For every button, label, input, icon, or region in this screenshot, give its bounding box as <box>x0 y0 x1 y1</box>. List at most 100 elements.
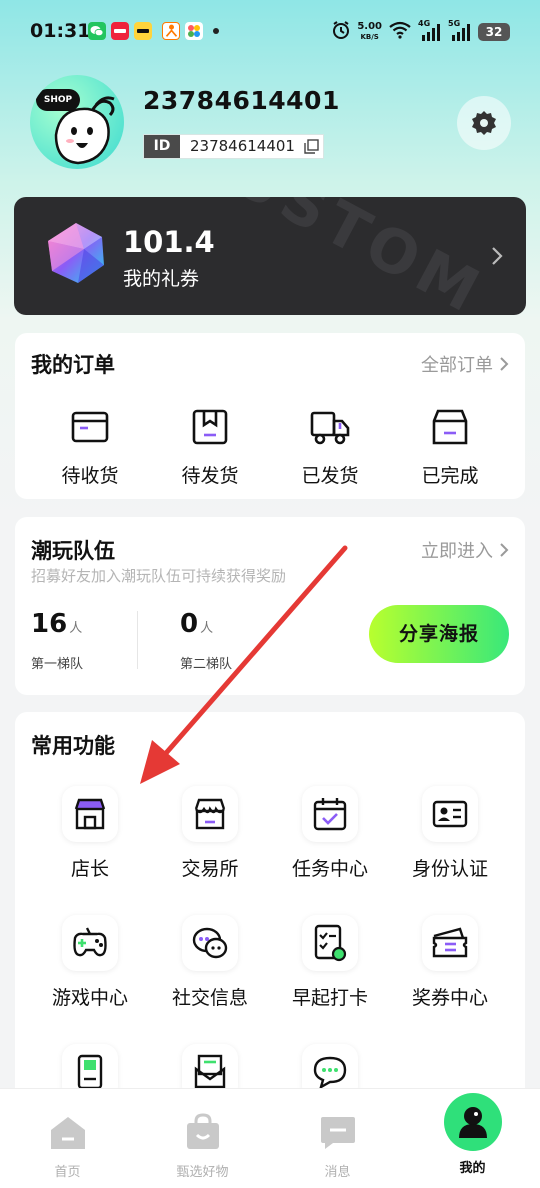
chevron-right-icon <box>500 543 509 557</box>
nav-label: 消息 <box>324 1165 351 1180</box>
yuan-phone-icon <box>77 1054 103 1090</box>
func-social-info[interactable]: 社交信息 <box>155 915 265 1010</box>
func-store-owner[interactable]: 店长 <box>35 786 145 881</box>
gear-icon <box>472 111 496 135</box>
func-identity[interactable]: 身份认证 <box>395 786 505 881</box>
profile-icon <box>458 1107 487 1138</box>
team-subtitle: 招募好友加入潮玩队伍可持续获得奖励 <box>31 567 287 585</box>
all-orders-link[interactable]: 全部订单 <box>421 351 509 377</box>
status-indicators: 5.00 KB/S 4G 5G 32 <box>331 18 510 46</box>
order-label: 待收货 <box>61 465 119 487</box>
shopping-bag-icon <box>186 1113 219 1149</box>
order-label: 待发货 <box>181 465 239 487</box>
package-icon <box>192 409 228 445</box>
status-time: 01:31 <box>30 20 91 42</box>
team-enter-label: 立即进入 <box>421 541 493 562</box>
share-poster-button[interactable]: 分享海报 <box>369 605 509 663</box>
xiaohongshu-icon <box>111 22 129 40</box>
second-tier-count-value: 0 <box>180 609 199 639</box>
avatar[interactable]: SHOP <box>30 75 124 169</box>
functions-panel: 常用功能 店长 交易所 任务中心 身份认证 游戏中心 社交信息 早起打卡 奖券中… <box>15 712 525 1132</box>
copy-icon[interactable] <box>301 135 323 158</box>
nav-label: 甄选好物 <box>176 1165 229 1180</box>
func-label: 奖券中心 <box>411 987 488 1009</box>
bottom-nav: 首页 甄选好物 消息 我的 <box>0 1088 540 1188</box>
func-exchange[interactable]: 交易所 <box>155 786 265 881</box>
gamepad-icon <box>73 927 107 957</box>
order-completed[interactable]: 已完成 <box>395 407 505 488</box>
order-label: 已发货 <box>301 465 359 487</box>
nav-label: 我的 <box>459 1161 486 1176</box>
home-icon <box>50 1117 85 1149</box>
wechat-icon <box>88 22 106 40</box>
chevron-right-icon <box>492 247 503 265</box>
order-pending-shipment[interactable]: 待发货 <box>155 407 265 488</box>
notification-dot <box>213 28 219 34</box>
first-tier-count: 16 人 <box>31 609 82 639</box>
photos-icon <box>185 22 203 40</box>
checklist-icon <box>314 924 347 962</box>
net-speed-unit: KB/S <box>360 33 379 41</box>
wallet-icon <box>71 411 109 443</box>
nav-me[interactable]: 我的 <box>405 1089 540 1188</box>
id-label: ID <box>144 135 180 158</box>
calendar-check-icon <box>313 798 347 831</box>
truck-icon <box>310 411 350 445</box>
taobao-icon <box>162 22 180 40</box>
battery-indicator: 32 <box>478 23 510 41</box>
nav-messages[interactable]: 消息 <box>270 1089 405 1188</box>
store-owner-icon <box>74 798 106 830</box>
first-tier-count-value: 16 <box>31 609 68 639</box>
first-tier-label: 第一梯队 <box>31 657 84 672</box>
coupon-card[interactable]: CUSTOM 101.4 我的礼券 <box>14 197 526 315</box>
coupon-amount: 101.4 <box>123 225 215 259</box>
nav-home[interactable]: 首页 <box>0 1089 135 1188</box>
func-label: 交易所 <box>181 858 239 880</box>
order-shipped[interactable]: 已发货 <box>275 407 385 488</box>
profile-icon-circle <box>443 1093 502 1151</box>
nav-label: 首页 <box>54 1165 81 1180</box>
meituan-icon <box>134 22 152 40</box>
func-game-center[interactable]: 游戏中心 <box>35 915 145 1010</box>
message-icon <box>320 1117 355 1149</box>
ticket-icon <box>432 927 468 958</box>
chat-bubbles-icon <box>192 927 228 959</box>
coupon-watermark: CUSTOM <box>176 197 496 315</box>
user-id-badge[interactable]: ID 23784614401 <box>143 134 324 159</box>
second-tier-count: 0人 <box>180 609 213 639</box>
signal-4g-icon: 4G <box>418 19 442 43</box>
chat-dots-icon <box>313 1056 347 1090</box>
func-label: 任务中心 <box>291 858 368 880</box>
net-speed-value: 5.00 <box>357 21 382 32</box>
func-ticket-center[interactable]: 奖券中心 <box>395 915 505 1010</box>
signal-5g-icon: 5G <box>448 19 472 43</box>
team-divider <box>137 611 138 669</box>
orders-panel: 我的订单 全部订单 待收货 待发货 已发货 已完成 <box>15 333 525 499</box>
func-label: 社交信息 <box>171 987 248 1009</box>
username: 23784614401 <box>143 86 340 115</box>
func-label: 店长 <box>70 858 109 880</box>
team-title: 潮玩队伍 <box>31 539 115 563</box>
signal-5g-label: 5G <box>448 19 461 28</box>
functions-title: 常用功能 <box>31 734 115 758</box>
team-panel: 潮玩队伍 立即进入 招募好友加入潮玩队伍可持续获得奖励 16 人 第一梯队 0人 … <box>15 517 525 695</box>
func-task-center[interactable]: 任务中心 <box>275 786 385 881</box>
func-label: 游戏中心 <box>51 987 128 1009</box>
func-early-checkin[interactable]: 早起打卡 <box>275 915 385 1010</box>
id-card-icon <box>432 800 468 828</box>
second-tier-label: 第二梯队 <box>180 657 233 672</box>
avatar-mascot-icon <box>54 96 115 165</box>
settings-button[interactable] <box>457 96 511 150</box>
order-label: 已完成 <box>421 465 479 487</box>
second-tier-unit: 人 <box>200 621 214 636</box>
gem-icon <box>48 223 104 283</box>
func-label: 身份认证 <box>411 858 488 880</box>
all-orders-label: 全部订单 <box>421 355 493 376</box>
nav-selected-goods[interactable]: 甄选好物 <box>135 1089 270 1188</box>
order-pending-receipt[interactable]: 待收货 <box>35 407 145 488</box>
chevron-right-icon <box>500 357 509 371</box>
alarm-icon <box>331 20 351 44</box>
id-value: 23784614401 <box>190 137 295 155</box>
team-enter-link[interactable]: 立即进入 <box>421 537 509 563</box>
func-label: 早起打卡 <box>291 987 368 1009</box>
